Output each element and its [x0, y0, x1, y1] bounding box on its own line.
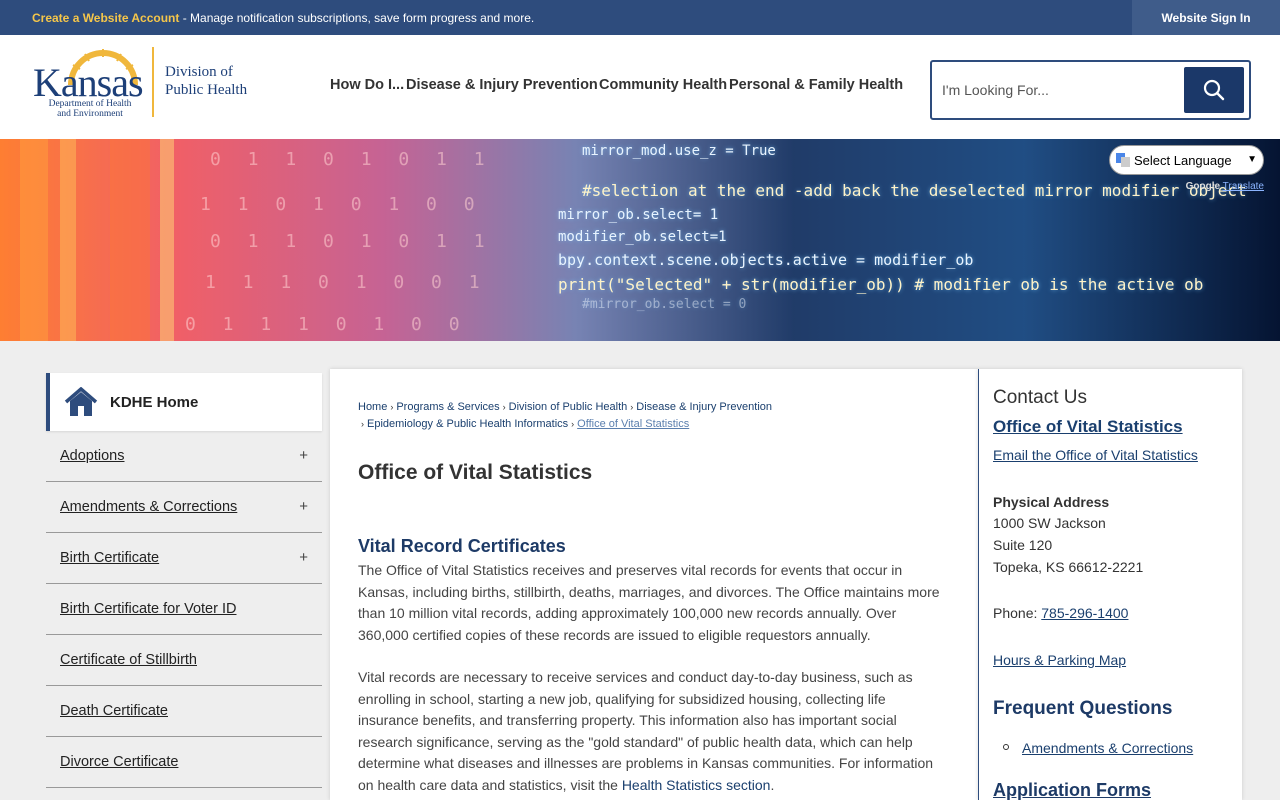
search-input[interactable]: [942, 76, 1172, 104]
banner-stripe: [20, 139, 48, 341]
website-sign-in-button[interactable]: Website Sign In: [1132, 0, 1280, 35]
health-statistics-link[interactable]: Health Statistics section: [622, 777, 771, 793]
sidebar-item-adoptions[interactable]: Adoptions +: [46, 431, 322, 482]
banner-bits: 0 1 1 1 0 1 0 0: [185, 314, 468, 335]
site-header: Kansas Department of Health and Environm…: [0, 35, 1280, 139]
chevron-down-icon: ▼: [1247, 154, 1257, 165]
address-line-2: Suite 120: [993, 537, 1053, 553]
search-button[interactable]: [1184, 67, 1244, 113]
frequent-questions-heading: Frequent Questions: [993, 698, 1173, 719]
banner-code-line: bpy.context.scene.objects.active = modif…: [558, 251, 974, 269]
nav-how-do-i[interactable]: How Do I...: [330, 77, 404, 93]
home-icon: [64, 387, 98, 416]
sidebar-item-amendments[interactable]: Amendments & Corrections +: [46, 482, 322, 533]
select-language-label: Select Language: [1134, 152, 1232, 168]
expand-icon[interactable]: +: [299, 498, 308, 515]
breadcrumb: Home › Programs & Services › Division of Pub…: [358, 401, 773, 430]
banner-stripe: [60, 139, 76, 341]
notice-text: - Manage notification subscriptions, sav…: [179, 11, 535, 25]
sidebar-item-label: Amendments & Corrections: [60, 499, 238, 515]
breadcrumb-disease-injury-prevention[interactable]: Disease & Injury Prevention: [636, 401, 772, 413]
sidebar-item-label: Divorce Certificate: [60, 754, 179, 770]
sidebar-item-label: Death Certificate: [60, 703, 168, 719]
google-translate: Select Language ▼ Google Translate: [1109, 145, 1264, 192]
sidebar-item-label: Adoptions: [60, 448, 125, 464]
sidebar-nav: KDHE Home Adoptions + Amendments & Corre…: [46, 373, 322, 788]
powered-by-google: Google Translate: [1185, 181, 1264, 192]
sidebar-item-kdhe-home[interactable]: KDHE Home: [46, 373, 322, 431]
section-title: Vital Record Certificates: [358, 536, 566, 556]
nav-disease-injury-prevention[interactable]: Disease & Injury Prevention: [406, 77, 598, 93]
page-title: Office of Vital Statistics: [358, 461, 593, 484]
sidebar-item-birth-certificate[interactable]: Birth Certificate +: [46, 533, 322, 584]
breadcrumb-current[interactable]: Office of Vital Statistics: [577, 418, 689, 430]
sidebar-item-label: Certificate of Stillbirth: [60, 652, 197, 668]
site-search: [930, 60, 1251, 120]
banner-code-line: mirror_mod.use_z = True: [582, 143, 776, 159]
paragraph-intro: The Office of Vital Statistics receives …: [358, 562, 940, 643]
bullet-icon: [1003, 744, 1009, 750]
logo-division: Division of Public Health: [165, 64, 248, 98]
banner-stripe: [160, 139, 174, 341]
hours-parking-link[interactable]: Hours & Parking Map: [993, 652, 1126, 668]
kdhe-logo[interactable]: Kansas Department of Health and Environm…: [33, 45, 258, 121]
hero-banner: 0 1 1 0 1 0 1 1 1 1 0 1 0 1 0 0 0 1 1 0 …: [0, 139, 1280, 341]
sidebar-item-label: KDHE Home: [110, 393, 199, 411]
phone: Phone: 785-296-1400: [993, 605, 1129, 621]
banner-bits: 0 1 1 0 1 0 1 1: [210, 149, 493, 170]
notification-bar: Create a Website Account - Manage notifi…: [0, 0, 1280, 35]
banner-bits: 1 1 0 1 0 1 0 0: [200, 194, 483, 215]
contact-sidebar: Contact Us Office of Vital Statistics Em…: [978, 369, 1242, 800]
breadcrumb-division-public-health[interactable]: Division of Public Health: [509, 401, 628, 413]
sidebar-item-death-certificate[interactable]: Death Certificate: [46, 686, 322, 737]
address-line-3: Topeka, KS 66612-2221: [993, 559, 1144, 575]
select-language-dropdown[interactable]: Select Language ▼: [1109, 145, 1264, 175]
nav-community-health[interactable]: Community Health: [599, 77, 727, 93]
breadcrumb-epidemiology[interactable]: Epidemiology & Public Health Informatics: [367, 418, 568, 430]
sidebar-item-label: Birth Certificate: [60, 550, 160, 566]
expand-icon[interactable]: +: [299, 447, 308, 464]
address-label: Physical Address: [993, 494, 1110, 510]
paragraph-significance: Vital records are necessary to receive s…: [358, 669, 934, 793]
email-office-link[interactable]: Email the Office of Vital Statistics: [993, 447, 1198, 463]
sidebar-item-birth-certificate-voter-id[interactable]: Birth Certificate for Voter ID: [46, 584, 322, 635]
address-line-1: 1000 SW Jackson: [993, 515, 1106, 531]
banner-bits: 1 1 1 0 1 0 0 1: [205, 272, 488, 293]
google-translate-icon: [1116, 153, 1130, 167]
phone-link[interactable]: 785-296-1400: [1041, 605, 1128, 621]
translate-link[interactable]: Translate: [1223, 181, 1264, 192]
banner-code-line: modifier_ob.select=1: [558, 229, 727, 245]
breadcrumb-home[interactable]: Home: [358, 401, 387, 413]
logo-divider: [152, 47, 154, 117]
banner-stripe: [110, 139, 150, 341]
main-content: Home › Programs & Services › Division of Pub…: [330, 369, 978, 800]
sidebar-item-divorce-certificate[interactable]: Divorce Certificate: [46, 737, 322, 788]
sidebar-item-certificate-of-stillbirth[interactable]: Certificate of Stillbirth: [46, 635, 322, 686]
expand-icon[interactable]: +: [299, 549, 308, 566]
banner-code-line: #mirror_ob.select = 0: [582, 297, 747, 312]
breadcrumb-programs-services[interactable]: Programs & Services: [396, 401, 499, 413]
faq-amendments-link[interactable]: Amendments & Corrections: [1022, 740, 1193, 756]
search-icon: [1203, 79, 1225, 101]
application-forms-link[interactable]: Application Forms: [993, 780, 1151, 800]
office-link[interactable]: Office of Vital Statistics: [993, 417, 1183, 437]
create-account-link[interactable]: Create a Website Account: [32, 11, 179, 25]
banner-code-line: mirror_ob.select= 1: [558, 207, 719, 223]
logo-department: Department of Health and Environment: [48, 99, 132, 119]
contact-heading: Contact Us: [993, 387, 1087, 408]
sidebar-item-label: Birth Certificate for Voter ID: [60, 601, 237, 617]
banner-bits: 0 1 1 0 1 0 1 1: [210, 231, 493, 252]
banner-code-line: print("Selected" + str(modifier_ob)) # m…: [558, 275, 1204, 294]
account-notice: Create a Website Account - Manage notifi…: [32, 11, 534, 25]
nav-personal-family-health[interactable]: Personal & Family Health: [729, 77, 903, 93]
